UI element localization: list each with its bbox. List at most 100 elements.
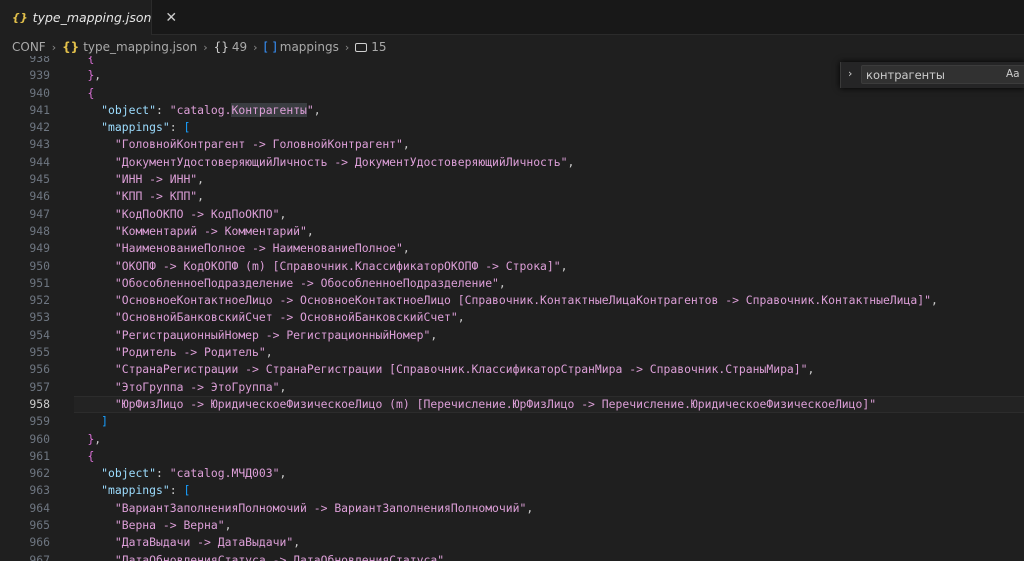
line-number: 946 (29, 189, 50, 204)
breadcrumb-item-index[interactable]: 15 (371, 40, 386, 54)
line-code: "ДатаОбновленияСтатуса -> ДатаОбновления… (60, 552, 451, 561)
code-line[interactable]: 956 "СтранаРегистрации -> СтранаРегистра… (0, 361, 1024, 378)
match-case-button[interactable]: Aa (1006, 68, 1020, 80)
code-token: , (457, 310, 465, 325)
find-input[interactable]: контрагенты (861, 65, 1024, 84)
code-token: , (224, 518, 232, 533)
chevron-right-icon: › (203, 40, 208, 54)
code-token: : (156, 466, 170, 481)
code-line[interactable]: 966 "ДатаВыдачи -> ДатаВыдачи", (0, 534, 1024, 551)
code-token: , (279, 379, 287, 394)
code-token: ] (101, 414, 109, 429)
code-token: , (265, 345, 273, 360)
close-icon[interactable]: ✕ (165, 10, 177, 26)
code-line[interactable]: 963 "mappings": [ (0, 482, 1024, 499)
line-code: "ГоловнойКонтрагент -> ГоловнойКонтраген… (60, 136, 410, 153)
breadcrumb-item-conf[interactable]: CONF (12, 40, 46, 54)
code-token: "КодПоОКПО -> КодПоОКПО" (114, 206, 280, 221)
line-number: 958 (29, 396, 50, 411)
code-token: "catalog.МЧД003" (169, 466, 280, 481)
code-token: , (526, 500, 534, 515)
code-line[interactable]: 965 "Верна -> Верна", (0, 517, 1024, 534)
code-line[interactable]: 949 "НаименованиеПолное -> НаименованиеП… (0, 240, 1024, 257)
toggle-replace-chevron-icon[interactable]: › (848, 67, 852, 80)
line-code: "object": "catalog.МЧД003", (60, 465, 286, 482)
code-line[interactable]: 943 "ГоловнойКонтрагент -> ГоловнойКонтр… (0, 136, 1024, 153)
code-line[interactable]: 946 "КПП -> КПП", (0, 188, 1024, 205)
line-number: 957 (29, 379, 50, 394)
code-line[interactable]: 945 "ИНН -> ИНН", (0, 171, 1024, 188)
find-widget: › контрагенты Aa (840, 62, 1024, 88)
line-code: "РегистрационныйНомер -> Регистрационный… (60, 327, 437, 344)
line-number: 938 (29, 56, 50, 65)
line-number: 950 (29, 258, 50, 273)
code-line[interactable]: 955 "Родитель -> Родитель", (0, 344, 1024, 361)
line-code: "ОбособленноеПодразделение -> Обособленн… (60, 275, 506, 292)
line-number: 954 (29, 327, 50, 342)
code-token: , (293, 535, 301, 550)
chevron-right-icon: › (344, 40, 350, 54)
tab-bar: {} type_mapping.json ✕ (0, 0, 1024, 35)
code-token: "object" (101, 466, 157, 481)
tab-type-mapping-json[interactable]: {} type_mapping.json ✕ (0, 0, 177, 35)
code-token: : (169, 120, 184, 135)
code-line[interactable]: 944 "ДокументУдостоверяющийЛичность -> Д… (0, 154, 1024, 171)
line-number: 953 (29, 310, 50, 325)
code-token: "ОсновноеКонтактноеЛицо -> ОсновноеКонта… (114, 293, 931, 308)
code-line[interactable]: 967 "ДатаОбновленияСтатуса -> ДатаОбновл… (0, 552, 1024, 561)
code-token: " (306, 102, 314, 117)
code-line[interactable]: 959 ] (0, 413, 1024, 430)
line-number: 951 (29, 275, 50, 290)
code-token: , (279, 466, 287, 481)
code-line[interactable]: 941 "object": "catalog.Контрагенты", (0, 102, 1024, 119)
code-line[interactable]: 960 }, (0, 431, 1024, 448)
code-line[interactable]: 953 "ОсновнойБанковскийСчет -> ОсновнойБ… (0, 309, 1024, 326)
code-editor[interactable]: 938 {939 }, 940 {941 "object": "catalog.К… (0, 56, 1024, 561)
code-line[interactable]: 964 "ВариантЗаполненияПолномочий -> Вари… (0, 500, 1024, 517)
code-line[interactable]: 954 "РегистрационныйНомер -> Регистрацио… (0, 327, 1024, 344)
breadcrumb: CONF › {} type_mapping.json › {} 49 › [ … (12, 38, 387, 56)
line-code: }, (60, 67, 101, 84)
line-number: 962 (29, 466, 50, 481)
code-token: "catalog. (169, 102, 232, 117)
code-line[interactable]: 952 "ОсновноеКонтактноеЛицо -> ОсновноеК… (0, 292, 1024, 309)
code-token: "ИНН -> ИНН" (114, 172, 198, 187)
line-code: "КПП -> КПП", (60, 188, 204, 205)
array-icon: [ ] (263, 40, 277, 54)
code-line[interactable]: 948 "Комментарий -> Комментарий", (0, 223, 1024, 240)
line-number: 949 (29, 241, 50, 256)
code-line[interactable]: 942 "mappings": [ (0, 119, 1024, 136)
code-line[interactable]: 961 { (0, 448, 1024, 465)
code-token: "НаименованиеПолное -> НаименованиеПолно… (114, 241, 403, 256)
breadcrumb-item-object[interactable]: 49 (232, 40, 247, 54)
chevron-right-icon: › (253, 40, 258, 54)
code-line[interactable]: 947 "КодПоОКПО -> КодПоОКПО", (0, 206, 1024, 223)
line-number: 943 (29, 137, 50, 152)
code-token: : (156, 102, 170, 117)
json-icon: {} (62, 40, 80, 54)
code-line[interactable]: 951 "ОбособленноеПодразделение -> Обособ… (0, 275, 1024, 292)
code-token: "object" (101, 102, 157, 117)
line-code: "СтранаРегистрации -> СтранаРегистрации … (60, 361, 815, 378)
code-token: "Комментарий -> Комментарий" (114, 223, 307, 238)
code-line[interactable]: 950 "ОКОПФ -> КодОКОПФ (m) [Справочник.К… (0, 258, 1024, 275)
code-token: "ДатаВыдачи -> ДатаВыдачи" (114, 535, 294, 550)
line-code: "ОКОПФ -> КодОКОПФ (m) [Справочник.Класс… (60, 258, 568, 275)
line-code: "ОсновнойБанковскийСчет -> ОсновнойБанко… (60, 309, 465, 326)
code-token: { (87, 448, 95, 463)
code-line[interactable]: 962 "object": "catalog.МЧД003", (0, 465, 1024, 482)
line-number: 941 (29, 102, 50, 117)
code-token: [ (183, 483, 191, 498)
breadcrumb-item-file[interactable]: type_mapping.json (83, 40, 197, 54)
code-line[interactable]: 958 "ЮрФизЛицо -> ЮридическоеФизическоеЛ… (0, 395, 1024, 414)
code-line[interactable]: 957 "ЭтоГруппа -> ЭтоГруппа", (0, 379, 1024, 396)
string-icon (355, 42, 368, 52)
breadcrumb-item-mappings[interactable]: mappings (280, 40, 339, 54)
